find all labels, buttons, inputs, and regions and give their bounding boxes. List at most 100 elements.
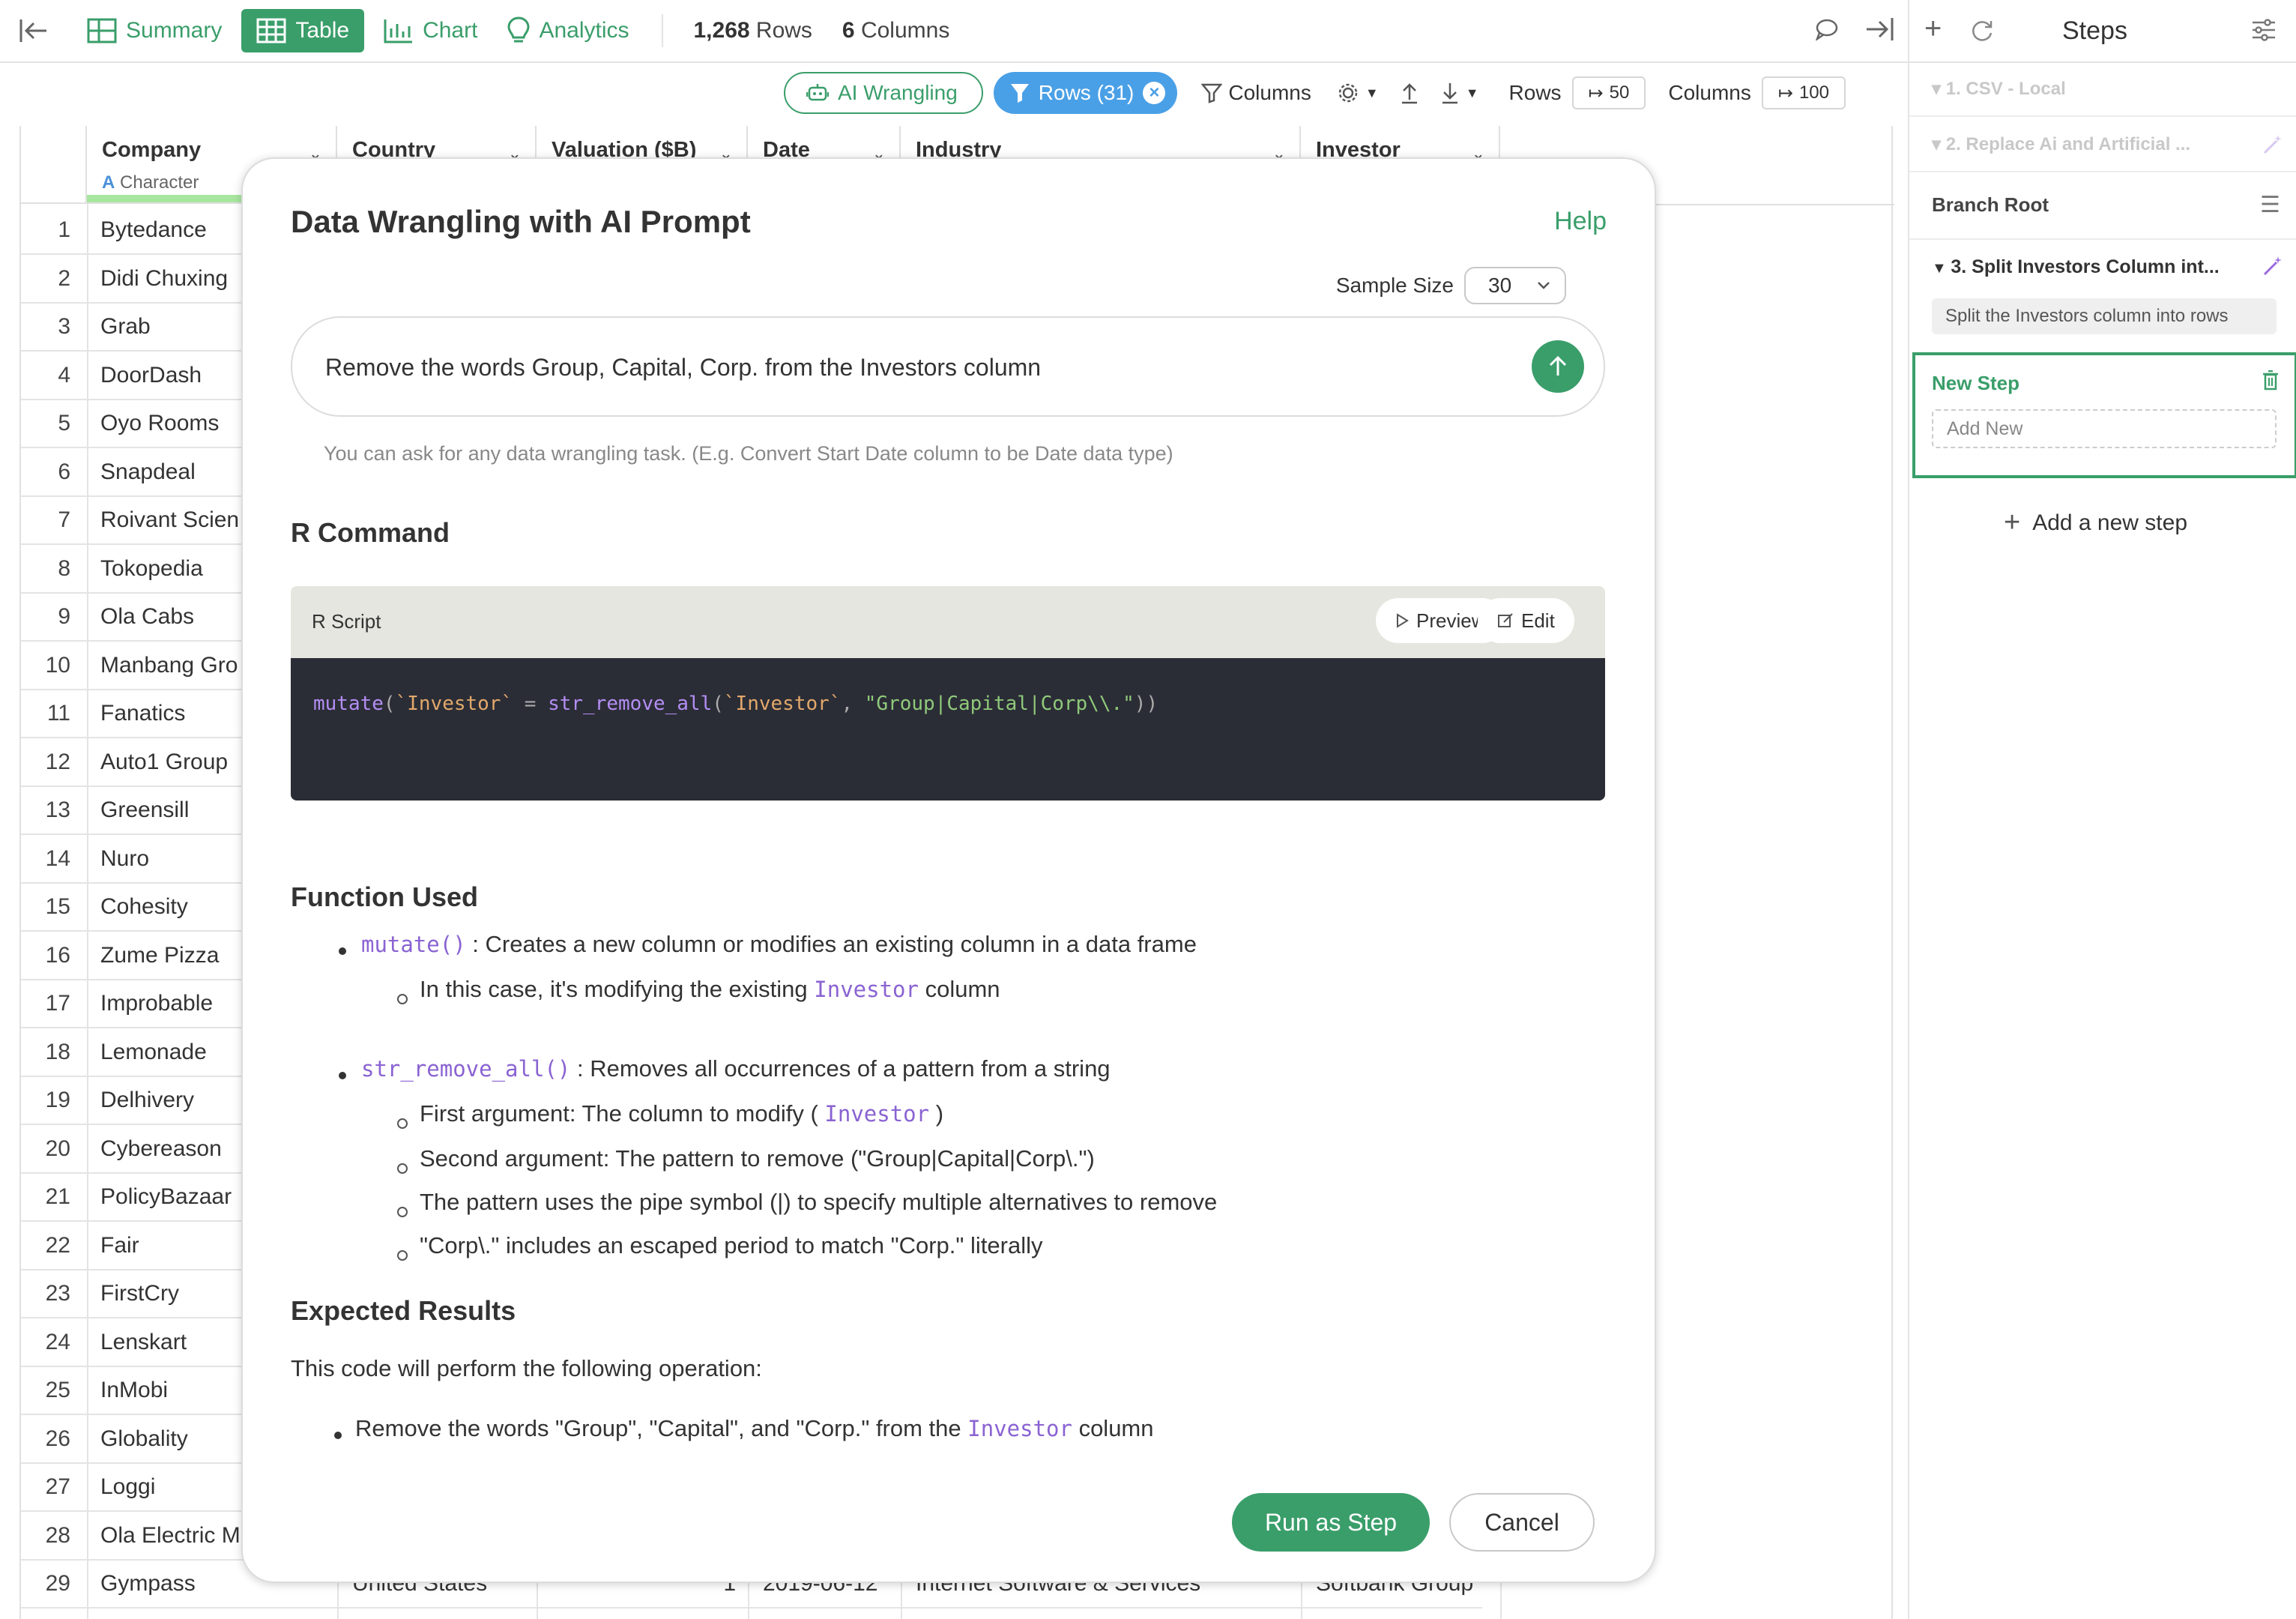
settings-menu[interactable]: ▼ — [1337, 82, 1379, 104]
rows-limit-input[interactable]: ↦ 50 — [1571, 76, 1646, 109]
cell-company[interactable]: Tokopedia — [100, 556, 203, 582]
expected-intro: This code will perform the following ope… — [291, 1355, 762, 1381]
cell-company[interactable]: InMobi — [100, 1378, 168, 1403]
columns-limit-input[interactable]: ↦ 100 — [1761, 76, 1846, 109]
cell-company[interactable]: Grab — [100, 314, 151, 340]
step-1[interactable]: ▾ 1. CSV - Local — [1932, 78, 2066, 100]
expected-code: Investor — [967, 1416, 1072, 1441]
preview-label: Preview — [1416, 609, 1486, 632]
magic-wand-icon — [2263, 256, 2282, 276]
cell-company[interactable]: Roivant Scien — [100, 507, 239, 533]
divider — [1909, 171, 2296, 172]
download-menu[interactable]: ▼ — [1440, 82, 1479, 104]
gear-icon — [1338, 83, 1358, 103]
add-new-input[interactable]: Add New — [1932, 409, 2277, 448]
edit-button[interactable]: Edit — [1478, 598, 1574, 643]
sub-bullet — [397, 1250, 408, 1261]
plus-icon[interactable]: + — [1924, 12, 1942, 46]
row-number: 28 — [45, 1522, 70, 1548]
bullet — [339, 1072, 346, 1079]
cell-company[interactable]: Ola Electric M — [100, 1523, 241, 1549]
collapse-left-icon[interactable] — [0, 18, 67, 43]
cell-company[interactable]: Loggi — [100, 1474, 155, 1500]
cell-company[interactable]: Delhivery — [100, 1088, 194, 1113]
row-count-label: Rows — [755, 18, 812, 43]
collapse-right-icon[interactable] — [1864, 16, 1894, 46]
menu-icon[interactable]: ☰ — [2260, 192, 2280, 218]
cell-company[interactable]: Globality — [100, 1426, 188, 1452]
row-number: 19 — [45, 1088, 70, 1112]
function-mutate-subitem: In this case, it's modifying the existin… — [420, 976, 1000, 1003]
cell-company[interactable]: Didi Chuxing — [100, 266, 228, 292]
cell-company[interactable]: Lemonade — [100, 1040, 207, 1065]
function-mutate-name: mutate() — [361, 932, 466, 957]
divider — [1909, 238, 2296, 240]
cell-company[interactable]: Lenskart — [100, 1330, 187, 1355]
ai-wrangling-button[interactable]: AI Wrangling — [784, 72, 983, 114]
prompt-text[interactable]: Remove the words Group, Capital, Corp. f… — [325, 354, 1041, 382]
add-new-step-button[interactable]: + Add a new step — [2004, 507, 2187, 539]
step-3[interactable]: ▼ 3. Split Investors Column int... — [1932, 256, 2220, 278]
cell-company[interactable]: PolicyBazaar — [100, 1184, 232, 1210]
tab-chart[interactable]: Chart — [373, 9, 488, 52]
cell-company[interactable]: Gympass — [100, 1571, 196, 1597]
row-number: 23 — [45, 1281, 70, 1306]
columns-filter-label: Columns — [1228, 81, 1311, 104]
grid-right-border — [1891, 126, 1893, 1619]
sample-size-label: Sample Size — [1335, 274, 1454, 297]
cell-company[interactable]: DoorDash — [100, 363, 202, 388]
clear-filter-icon[interactable]: × — [1143, 82, 1166, 104]
columns-filter-button[interactable]: Columns — [1201, 81, 1311, 105]
column-count-value: 6 — [842, 18, 855, 43]
cell-company[interactable]: Oyo Rooms — [100, 411, 219, 436]
row-number: 26 — [45, 1426, 70, 1451]
help-link[interactable]: Help — [1554, 207, 1607, 236]
sample-size-select[interactable]: 30 — [1464, 267, 1566, 304]
step-3-description: Split the Investors column into rows — [1932, 298, 2277, 334]
row-number: 27 — [45, 1474, 70, 1499]
refresh-icon[interactable] — [1969, 18, 1995, 43]
steps-panel: + Steps ▾ 1. CSV - Local ▾ 2. Replace Ai… — [1908, 0, 2296, 1619]
cell-company[interactable]: Cybereason — [100, 1136, 222, 1162]
cell-company[interactable]: Cohesity — [100, 894, 188, 920]
rows-filter-pill[interactable]: Rows (31) × — [993, 72, 1178, 114]
cell-company[interactable]: Zume Pizza — [100, 943, 219, 968]
comment-icon[interactable] — [1815, 18, 1839, 44]
cell-company[interactable]: FirstCry — [100, 1281, 179, 1306]
row-number: 20 — [45, 1136, 70, 1161]
cancel-button[interactable]: Cancel — [1449, 1493, 1595, 1552]
cell-company[interactable]: Nuro — [100, 846, 149, 872]
chevron-down-icon: ▾ — [1932, 134, 1946, 154]
send-button[interactable] — [1532, 340, 1584, 393]
run-as-step-button[interactable]: Run as Step — [1232, 1493, 1430, 1552]
prompt-input[interactable]: Remove the words Group, Capital, Corp. f… — [291, 316, 1605, 417]
cell-company[interactable]: Greensill — [100, 798, 189, 823]
cell-company[interactable]: Fair — [100, 1233, 139, 1258]
new-step-title: New Step — [1932, 372, 2020, 394]
sub-bullet — [397, 994, 408, 1004]
cell-company[interactable]: Improbable — [100, 991, 213, 1016]
code-line: mutate(`Investor` = str_remove_all(`Inve… — [313, 693, 1158, 715]
cell-company[interactable]: Snapdeal — [100, 459, 196, 485]
sliders-icon[interactable] — [2251, 18, 2277, 42]
cell-company[interactable]: Ola Cabs — [100, 604, 194, 630]
function-remove-subitem: Second argument: The pattern to remove (… — [420, 1145, 1095, 1172]
tab-analytics[interactable]: Analytics — [497, 9, 639, 52]
upload-icon[interactable] — [1400, 82, 1419, 104]
tab-summary[interactable]: Summary — [76, 9, 232, 52]
code-string: "Group|Capital|Corp\\." — [864, 693, 1135, 715]
tab-table[interactable]: Table — [241, 9, 365, 52]
cell-company[interactable]: Bytedance — [100, 217, 207, 243]
cell-company[interactable]: Fanatics — [100, 701, 185, 726]
cell-company[interactable]: Auto1 Group — [100, 750, 228, 775]
sub-text: column — [918, 976, 1000, 1002]
cell-company[interactable]: Manbang Gro — [100, 653, 238, 678]
row-number: 14 — [45, 845, 70, 871]
row-number: 22 — [45, 1232, 70, 1258]
trash-icon[interactable] — [2262, 370, 2280, 391]
steps-title: Steps — [2062, 16, 2127, 45]
add-new-step-label: Add a new step — [2032, 510, 2188, 535]
edit-label: Edit — [1521, 609, 1555, 632]
step-2[interactable]: ▾ 2. Replace Ai and Artificial ... — [1932, 133, 2190, 155]
row-number: 29 — [45, 1571, 70, 1596]
